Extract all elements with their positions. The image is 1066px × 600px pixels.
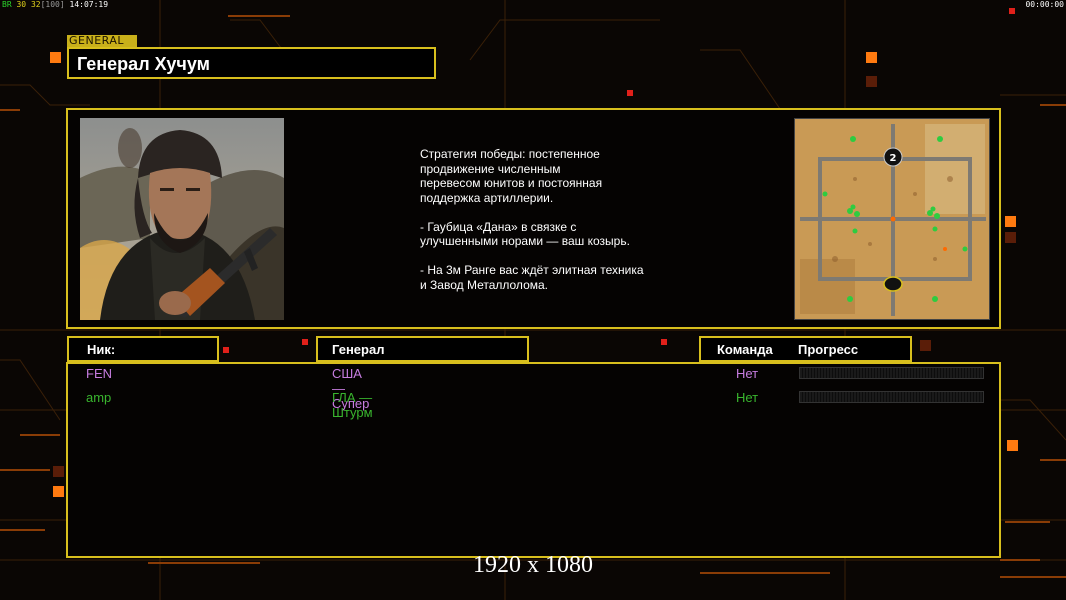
general-name: Генерал Хучум (77, 54, 210, 74)
fps-counter: BR 30 32[100] 14:07:19 (2, 0, 108, 9)
portrait-image (80, 118, 284, 320)
clock-left: 14:07:19 (69, 0, 109, 9)
player-team[interactable]: Нет (736, 366, 758, 381)
resolution-label: 1920 x 1080 (473, 552, 593, 578)
fps-cap: [100] (40, 0, 65, 9)
description-line: Стратегия победы: постепенное (420, 147, 600, 161)
fps-value: 30 (16, 0, 27, 9)
minimap[interactable]: 2 (794, 118, 990, 320)
player-progress-bar (799, 391, 984, 403)
player-nick: amp (86, 390, 112, 405)
description-paragraph: - Гаубица «Дана» в связке с улучшенными … (420, 220, 720, 249)
player-general[interactable]: ГЛА — Штурм (332, 390, 373, 420)
description-line: и Завод Металлолома. (420, 277, 549, 292)
header-progress: Прогресс (798, 342, 859, 357)
description-line: продвижение численным (420, 161, 561, 176)
header-team: Команда (717, 342, 773, 357)
header-nick: Ник: (87, 342, 116, 357)
start-position-label: 2 (890, 153, 897, 164)
general-description: Стратегия победы: постепенное продвижени… (420, 147, 720, 307)
player-nick: FEN (86, 366, 112, 381)
header-team-progress-box: Команда Прогресс (699, 336, 912, 362)
header-nick-box: Ник: (67, 336, 219, 362)
general-tag: GENERAL (67, 35, 137, 47)
description-line: поддержка артиллерии. (420, 190, 554, 205)
description-line: перевесом юнитов и постоянная (420, 176, 603, 190)
clock-right: 00:00:00 (1025, 0, 1064, 9)
description-paragraph: Стратегия победы: постепенное продвижени… (420, 147, 720, 205)
description-paragraph: - На 3м Ранге вас ждёт элитная техника и… (420, 263, 720, 292)
player-team[interactable]: Нет (736, 390, 758, 405)
header-general-box: Генерал (316, 336, 529, 362)
description-line: улучшенными норами — ваш козырь. (420, 234, 630, 248)
description-line: - Гаубица «Дана» в связке с (420, 219, 577, 234)
general-portrait (80, 118, 284, 320)
general-title-box: Генерал Хучум (67, 47, 436, 79)
fps-label: BR (2, 0, 12, 9)
minimap-terrain: 2 (795, 119, 989, 319)
description-line: - На 3м Ранге вас ждёт элитная техника (420, 263, 644, 277)
header-general: Генерал (332, 342, 385, 357)
player-progress-bar (799, 367, 984, 379)
fps-target: 32 (30, 0, 41, 9)
